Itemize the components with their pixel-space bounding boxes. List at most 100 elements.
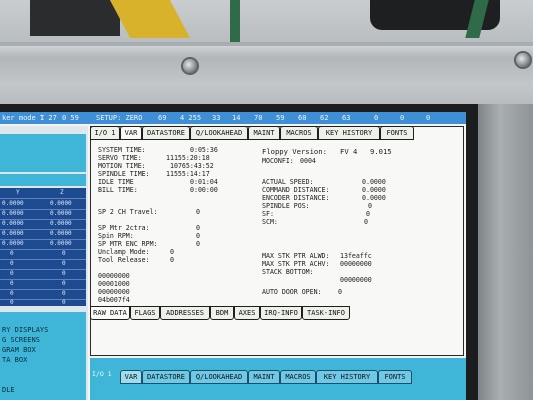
sp-mtr-value: 0 [196, 224, 200, 232]
bolt-icon [516, 53, 530, 67]
auto-door-label: AUTO DOOR OPEN: [262, 288, 322, 296]
status-setup: SETUP: ZERO [96, 114, 143, 122]
servo-time-value: 11155:20:18 [166, 154, 210, 162]
hex-value: 04b007f4 [98, 296, 130, 304]
position-table: Y Z 0.0000 0.0000 0.0000 0.0000 0.0000 0.00… [0, 188, 86, 306]
servo-time-label: SERVO TIME: [98, 154, 142, 162]
max-stk-alwd-value: 13feaffc [340, 252, 372, 260]
table-cell: 0.0000 [2, 230, 24, 237]
tool-release-label: Tool Release: [98, 256, 150, 264]
lower-tab-var[interactable]: VAR [120, 370, 142, 384]
sp-mtr-label: SP Mtr 2ctra: [98, 224, 150, 232]
tab-task-info[interactable]: TASK-INFO [302, 306, 350, 320]
lower-tab-q-lookahead[interactable]: Q/LOOKAHEAD [190, 370, 248, 384]
stack-bottom-label: STACK BOTTOM: [262, 268, 314, 276]
sp-enc-rpm-label: SP MTR ENC RPM: [98, 240, 158, 248]
table-cell: 0 [62, 250, 66, 257]
bill-time-value: 0:00:00 [190, 186, 218, 194]
menu-item[interactable]: G SCREENS [2, 336, 40, 344]
tab-var[interactable]: VAR [120, 126, 142, 140]
status-bar: ker mode 1 T 27 0 59 SETUP: ZERO 69 4 25… [0, 112, 466, 124]
control-screen: ker mode 1 T 27 0 59 SETUP: ZERO 69 4 25… [0, 112, 466, 400]
status-value: 14 [232, 114, 241, 122]
tab-bdm[interactable]: BDM [210, 306, 234, 320]
status-value: 70 [254, 114, 263, 122]
sf-label: SF: [262, 210, 274, 218]
tab-io1[interactable]: I/O 1 [90, 126, 120, 140]
spin-rpm-label: Spin RPM: [98, 232, 134, 240]
max-stk-achv-value: 00000000 [340, 260, 372, 268]
motion-time-label: MOTION TIME: [98, 162, 146, 170]
sp2-label: SP 2 CH Travel: [98, 208, 158, 216]
tab-raw-data[interactable]: RAW DATA [90, 306, 130, 320]
tab-addresses[interactable]: ADDRESSES [160, 306, 210, 320]
actual-speed-label: ACTUAL SPEED: [262, 178, 314, 186]
status-value: 60 [298, 114, 307, 122]
table-cell: 0 [10, 280, 14, 287]
hex-value: 00000000 [98, 288, 130, 296]
menu-item[interactable]: TA BOX [2, 356, 27, 364]
floppy-fv: FV 4 [340, 147, 358, 156]
status-value: 4 255 [180, 114, 202, 122]
table-cell: 0.0000 [50, 240, 72, 247]
left-top-panel [0, 134, 86, 172]
floppy-version: 9.015 [370, 147, 392, 156]
tab-axes[interactable]: AXES [234, 306, 260, 320]
lower-tab-io1[interactable]: I/O 1 [92, 370, 112, 378]
tab-maint[interactable]: MAINT [248, 126, 280, 140]
menu-item[interactable]: DLE [2, 386, 15, 394]
table-cell: 0 [10, 290, 14, 297]
moconfig-value: 0004 [300, 157, 316, 165]
spindle-time-label: SPINDLE TIME: [98, 170, 150, 178]
idle-time-label: IDLE TIME [98, 178, 134, 186]
menu-item[interactable]: RY DISPLAYS [2, 326, 48, 334]
tool-release-value: 0 [170, 256, 174, 264]
command-distance-value: 0.0000 [362, 186, 386, 194]
command-distance-label: COMMAND DISTANCE: [262, 186, 330, 194]
tab-irq-info[interactable]: IRQ-INFO [260, 306, 302, 320]
scm-value: 0 [364, 218, 368, 226]
menu-item[interactable]: GRAM BOX [2, 346, 36, 354]
status-value: 69 [158, 114, 167, 122]
tab-q-lookahead[interactable]: Q/LOOKAHEAD [190, 126, 248, 140]
actual-speed-value: 0.0000 [362, 178, 386, 186]
column-header: Y [16, 189, 20, 196]
table-cell: 0.0000 [50, 220, 72, 227]
table-row: 00 [0, 298, 86, 308]
moconfig-label: MOCONFI: [262, 157, 294, 165]
tab-key-history[interactable]: KEY HISTORY [318, 126, 380, 140]
lower-tab-maint[interactable]: MAINT [248, 370, 280, 384]
floppy-label: Floppy Version: [262, 147, 327, 156]
tab-flags[interactable]: FLAGS [130, 306, 160, 320]
green-pipe [230, 0, 240, 42]
lower-tab-macros[interactable]: MACROS [280, 370, 316, 384]
system-time-label: SYSTEM TIME: [98, 146, 146, 154]
status-tool: T 27 [40, 114, 57, 122]
table-cell: 0 [10, 260, 14, 267]
tab-fonts[interactable]: FONTS [380, 126, 414, 140]
motion-time-value: 10765:43:52 [170, 162, 214, 170]
max-stk-alwd-label: MAX STK PTR ALWD: [262, 252, 330, 260]
hex-value: 00000000 [98, 272, 130, 280]
tab-macros[interactable]: MACROS [280, 126, 318, 140]
auto-door-value: 0 [338, 288, 342, 296]
table-cell: 0.0000 [50, 210, 72, 217]
status-mode: ker mode 1 [2, 114, 45, 122]
table-header: Y Z [0, 188, 86, 199]
tab-datastore[interactable]: DATASTORE [142, 126, 190, 140]
spindle-time-value: 11555:14:17 [166, 170, 210, 178]
lower-tab-datastore[interactable]: DATASTORE [142, 370, 190, 384]
stack-bottom-value: 00000000 [340, 276, 372, 284]
table-cell: 0 [62, 260, 66, 267]
status-value: 0 [400, 114, 405, 122]
table-cell: 0.0000 [50, 200, 72, 207]
status-value: 33 [212, 114, 221, 122]
status-value: 62 [320, 114, 329, 122]
encoder-distance-label: ENCODER DISTANCE: [262, 194, 330, 202]
status-offset: 0 59 [62, 114, 79, 122]
unclamp-mode-value: 0 [170, 248, 174, 256]
table-cell: 0 [62, 270, 66, 277]
status-value: 63 [342, 114, 351, 122]
lower-tab-key-history[interactable]: KEY HISTORY [316, 370, 378, 384]
lower-tab-fonts[interactable]: FONTS [378, 370, 412, 384]
